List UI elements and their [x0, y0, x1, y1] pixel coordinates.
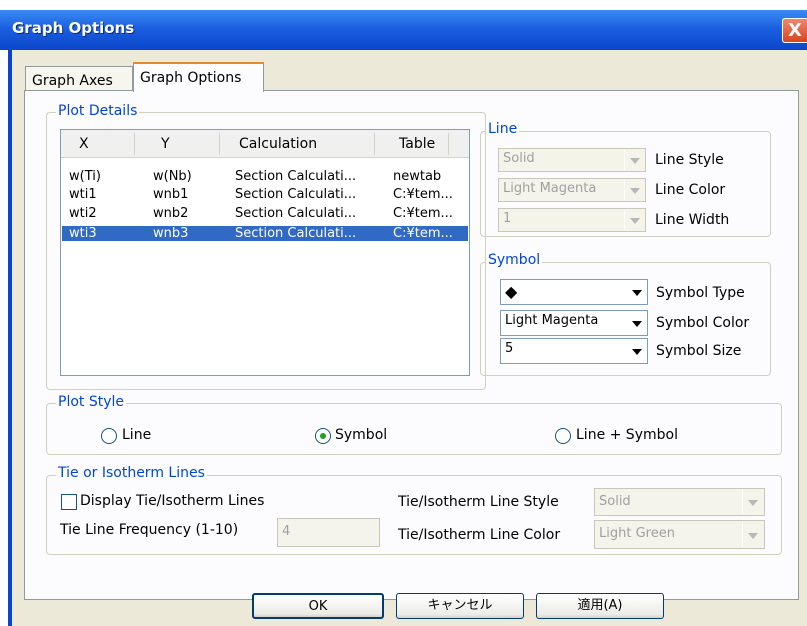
symbol-color-dropdown-button[interactable] [626, 312, 646, 334]
cancel-button[interactable]: キャンセル [396, 593, 524, 619]
line-style-value: Solid [503, 151, 535, 166]
line-width-value: 1 [503, 211, 512, 226]
graph-options-window: Graph Options X Graph Axes Graph Options… [0, 0, 807, 626]
line-width-label: Line Width [655, 212, 730, 228]
table-row[interactable]: wti2 wnb2 Section Calculati... C:¥tem... [61, 207, 469, 221]
tie-line-style-value: Solid [599, 494, 631, 509]
cell-calculation: Section Calculati... [235, 206, 357, 221]
cell-y: wnb1 [153, 187, 189, 202]
tie-line-style-label: Tie/Isotherm Line Style [398, 494, 559, 510]
line-color-dropdown-button [624, 180, 644, 200]
cell-table: C:¥tem... [393, 226, 453, 241]
tab-graph-options[interactable]: Graph Options [133, 62, 264, 92]
line-style-dropdown-button [624, 150, 644, 170]
cell-x: wti1 [69, 187, 97, 202]
table-row-selected[interactable]: wti3 wnb3 Section Calculati... C:¥tem... [61, 227, 469, 241]
chevron-down-icon [630, 158, 640, 164]
cell-calculation: Section Calculati... [235, 226, 357, 241]
cell-calculation: Section Calculati... [235, 187, 357, 202]
cell-y: wnb3 [153, 226, 189, 241]
table-row[interactable]: w(Ti) w(Nb) Section Calculati... newtab [61, 170, 469, 184]
col-header-x[interactable]: X [79, 136, 89, 152]
chevron-down-icon [630, 188, 640, 194]
line-legend: Line [486, 121, 520, 137]
chevron-down-icon [632, 349, 642, 355]
tie-line-color-select: Light Green [594, 520, 765, 549]
tie-line-frequency-value: 4 [282, 524, 291, 539]
tie-line-frequency-label: Tie Line Frequency (1-10) [60, 522, 239, 538]
table-row[interactable]: wti1 wnb1 Section Calculati... C:¥tem... [61, 188, 469, 202]
tie-lines-legend: Tie or Isotherm Lines [56, 465, 207, 481]
tie-line-color-label: Tie/Isotherm Line Color [398, 527, 561, 543]
window-title: Graph Options [12, 19, 135, 37]
tie-line-style-select: Solid [594, 488, 765, 516]
diamond-symbol-icon: ◆ [505, 282, 518, 301]
cell-x: wti2 [69, 206, 97, 221]
symbol-color-label: Symbol Color [656, 315, 750, 331]
radio-line[interactable] [101, 428, 117, 444]
col-header-calculation[interactable]: Calculation [239, 136, 317, 152]
line-width-dropdown-button [624, 210, 644, 230]
tie-line-color-value: Light Green [599, 526, 675, 541]
radio-symbol-label[interactable]: Symbol [335, 427, 387, 443]
display-tie-lines-label[interactable]: Display Tie/Isotherm Lines [80, 493, 264, 509]
line-color-value: Light Magenta [503, 181, 597, 196]
symbol-legend: Symbol [486, 252, 543, 268]
symbol-type-dropdown-button[interactable] [626, 281, 646, 303]
tie-line-style-dropdown-button [742, 490, 762, 514]
chevron-down-icon [630, 218, 640, 224]
radio-line-label[interactable]: Line [122, 427, 151, 443]
ok-button[interactable]: OK [252, 593, 384, 619]
plot-list[interactable]: X Y Calculation Table w(Ti) w(Nb) Sectio… [60, 129, 470, 376]
symbol-size-value: 5 [505, 341, 514, 356]
radio-selected-dot [320, 433, 326, 439]
tie-line-color-dropdown-button [742, 523, 762, 547]
chevron-down-icon [748, 500, 758, 506]
chevron-down-icon [748, 533, 758, 539]
cell-table: newtab [393, 169, 442, 184]
radio-line-symbol-label[interactable]: Line + Symbol [576, 427, 678, 443]
col-header-y[interactable]: Y [161, 136, 170, 152]
radio-line-symbol[interactable] [555, 428, 571, 444]
symbol-size-label: Symbol Size [656, 343, 742, 359]
cell-y: w(Nb) [153, 169, 192, 184]
cell-table: C:¥tem... [393, 187, 453, 202]
line-color-label: Line Color [655, 182, 726, 198]
cell-calculation: Section Calculati... [235, 169, 357, 184]
cell-y: wnb2 [153, 206, 189, 221]
apply-button[interactable]: 適用(A) [536, 593, 664, 619]
cell-x: w(Ti) [69, 169, 101, 184]
tie-line-frequency-input: 4 [277, 518, 380, 547]
plot-details-legend: Plot Details [56, 103, 140, 119]
plot-style-legend: Plot Style [56, 394, 127, 410]
col-header-table[interactable]: Table [399, 136, 435, 152]
tab-graph-axes[interactable]: Graph Axes [25, 66, 133, 90]
chevron-down-icon [632, 321, 642, 327]
symbol-type-label: Symbol Type [656, 285, 745, 301]
symbol-color-value: Light Magenta [505, 313, 599, 328]
radio-symbol[interactable] [315, 428, 331, 444]
close-button[interactable]: X [782, 18, 807, 43]
cell-x: wti3 [69, 226, 97, 241]
cell-table: C:¥tem... [393, 206, 453, 221]
chevron-down-icon [632, 290, 642, 296]
symbol-size-dropdown-button[interactable] [626, 340, 646, 362]
line-style-label: Line Style [655, 152, 724, 168]
display-tie-lines-checkbox[interactable] [61, 494, 77, 510]
